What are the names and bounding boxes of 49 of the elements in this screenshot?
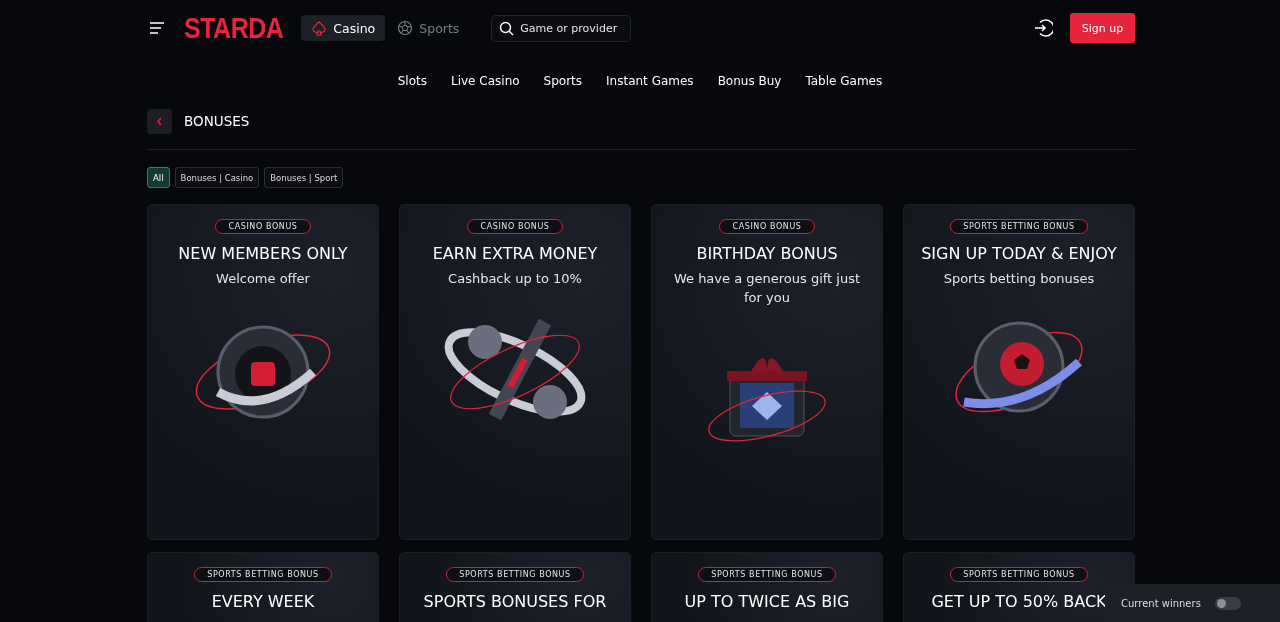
card-title: EARN EXTRA MONEY	[432, 244, 598, 263]
card-title: EVERY WEEK	[211, 592, 315, 611]
nav-link[interactable]: Sports	[543, 74, 583, 88]
chevron-left-icon	[155, 115, 164, 127]
filter-chip[interactable]: All	[147, 167, 170, 188]
card-subtitle: We have a generous gift just for you	[672, 270, 862, 307]
bonus-tag: SPORTS BETTING BONUS	[950, 219, 1088, 234]
nav-link[interactable]: Table Games	[805, 74, 883, 88]
soccer-ball-icon	[397, 20, 414, 36]
logo[interactable]: STARDA	[184, 11, 284, 45]
bonus-card[interactable]: SPORTS BETTING BONUS UP TO TWICE AS BIG	[651, 552, 883, 622]
card-title: NEW MEMBERS ONLY	[178, 244, 348, 263]
toggle-switch[interactable]	[1214, 596, 1241, 610]
card-title: GET UP TO 50% BACK	[931, 592, 1107, 611]
spade-icon	[311, 20, 328, 36]
page-title: BONUSES	[184, 113, 250, 129]
card-subtitle: Cashback up to 10%	[447, 270, 583, 288]
search-icon	[499, 20, 515, 36]
nav-link[interactable]: Bonus Buy	[717, 74, 782, 88]
filter-chip[interactable]: Bonuses | Casino	[174, 167, 260, 188]
card-title: SIGN UP TODAY & ENJOY	[921, 244, 1117, 263]
bonus-card[interactable]: SPORTS BETTING BONUS SPORTS BONUSES FOR	[399, 552, 631, 622]
card-title: BIRTHDAY BONUS	[696, 244, 838, 263]
card-title: SPORTS BONUSES FOR	[423, 592, 607, 611]
card-subtitle: Sports betting bonuses	[942, 270, 1096, 288]
bonus-card[interactable]: SPORTS BETTING BONUS SIGN UP TODAY & ENJOY Sports betting bonuses	[903, 204, 1135, 540]
login-icon[interactable]	[1033, 18, 1053, 38]
bonus-tag: SPORTS BETTING BONUS	[194, 567, 332, 582]
nav-link[interactable]: Live Casino	[451, 74, 520, 88]
search-field[interactable]: Game or provider	[491, 14, 632, 42]
mode-tab[interactable]: Casino	[301, 15, 386, 41]
bonus-tag: CASINO BONUS	[719, 219, 815, 234]
bonus-card[interactable]: SPORTS BETTING BONUS EVERY WEEK	[147, 552, 379, 622]
signup-button[interactable]: Sign up	[1070, 13, 1135, 43]
bonus-tag: SPORTS BETTING BONUS	[446, 567, 584, 582]
mode-tab[interactable]: Sports	[387, 15, 470, 41]
card-subtitle: Welcome offer	[215, 270, 311, 288]
card-title: UP TO TWICE AS BIG	[684, 592, 850, 611]
bonus-tag: SPORTS BETTING BONUS	[950, 567, 1088, 582]
bonus-card[interactable]: CASINO BONUS NEW MEMBERS ONLY Welcome offer	[147, 204, 379, 540]
nav-link[interactable]: Slots	[397, 74, 427, 88]
bonus-card[interactable]: CASINO BONUS EARN EXTRA MONEY Cashback up to 10%	[399, 204, 631, 540]
bonus-tag: CASINO BONUS	[467, 219, 563, 234]
bonus-tag: CASINO BONUS	[215, 219, 311, 234]
bonus-card[interactable]: CASINO BONUS BIRTHDAY BONUS We have a generous gift just for you	[651, 204, 883, 540]
nav-link[interactable]: Instant Games	[606, 74, 694, 88]
bonus-tag: SPORTS BETTING BONUS	[698, 567, 836, 582]
menu-icon[interactable]	[148, 19, 166, 37]
filter-chip[interactable]: Bonuses | Sport	[264, 167, 344, 188]
